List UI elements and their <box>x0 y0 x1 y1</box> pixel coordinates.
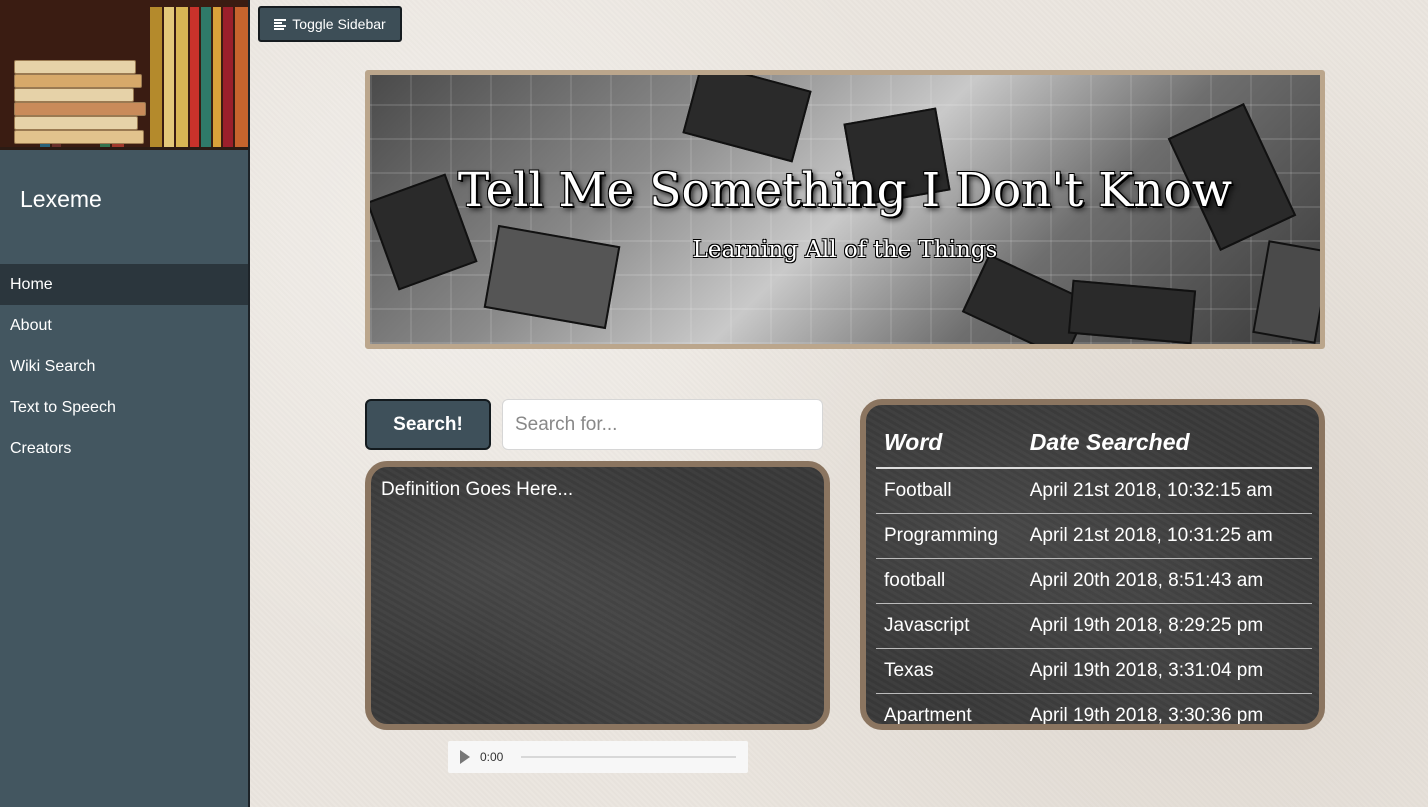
hero-subtitle: Learning All of the Things <box>692 237 998 263</box>
toggle-sidebar-label: Toggle Sidebar <box>292 16 386 32</box>
hero-banner: Tell Me Something I Don't Know Learning … <box>365 70 1325 349</box>
definition-panel: Definition Goes Here... <box>365 461 830 730</box>
word-cell: Javascript <box>876 603 1022 649</box>
sidebar-header-image <box>0 0 248 150</box>
sidebar-item-wiki-search[interactable]: Wiki Search <box>0 346 248 387</box>
search-history-table: Word Date Searched Football April 21st 2… <box>876 417 1312 724</box>
date-cell: April 19th 2018, 8:29:25 pm <box>1021 603 1312 649</box>
sidebar-nav: Home About Wiki Search Text to Speech Cr… <box>0 264 248 469</box>
toggle-sidebar-button[interactable]: Toggle Sidebar <box>258 6 402 42</box>
table-row[interactable]: football April 20th 2018, 8:51:43 am <box>876 558 1312 604</box>
date-cell: April 20th 2018, 8:51:43 am <box>1021 558 1312 604</box>
sidebar-item-about[interactable]: About <box>0 305 248 346</box>
table-row[interactable]: Javascript April 19th 2018, 8:29:25 pm <box>876 603 1312 649</box>
date-cell: April 21st 2018, 10:31:25 am <box>1021 513 1312 559</box>
definition-text: Definition Goes Here... <box>381 479 574 500</box>
sidebar: Lexeme Home About Wiki Search Text to Sp… <box>0 0 250 807</box>
table-row[interactable]: Apartment April 19th 2018, 3:30:36 pm <box>876 693 1312 724</box>
date-cell: April 21st 2018, 10:32:15 am <box>1029 480 1273 501</box>
sidebar-item-text-to-speech[interactable]: Text to Speech <box>0 387 248 428</box>
sidebar-item-home[interactable]: Home <box>0 264 248 305</box>
date-cell: April 19th 2018, 3:31:04 pm <box>1021 648 1312 694</box>
table-row[interactable]: Football April 21st 2018, 10:32:15 am <box>876 468 1312 514</box>
search-history-panel: Word Date Searched Football April 21st 2… <box>860 399 1325 730</box>
sidebar-item-creators[interactable]: Creators <box>0 428 248 469</box>
search-input[interactable] <box>502 399 823 450</box>
audio-player[interactable]: 0:00 <box>448 741 748 773</box>
word-cell: football <box>876 558 1022 604</box>
date-cell: April 19th 2018, 3:30:36 pm <box>1021 693 1312 724</box>
menu-icon <box>274 18 287 30</box>
brand-name[interactable]: Lexeme <box>20 186 102 213</box>
word-cell: Programming <box>876 513 1022 559</box>
table-row[interactable]: Texas April 19th 2018, 3:31:04 pm <box>876 648 1312 694</box>
word-cell: Texas <box>876 648 1022 694</box>
word-cell: Football <box>884 480 952 501</box>
column-header-date: Date Searched <box>1021 417 1312 469</box>
word-cell: Apartment <box>876 693 1022 724</box>
hero-title: Tell Me Something I Don't Know <box>457 163 1233 218</box>
play-icon[interactable] <box>460 750 470 764</box>
audio-progress-bar[interactable] <box>521 756 736 758</box>
audio-time: 0:00 <box>480 750 504 764</box>
search-button[interactable]: Search! <box>365 399 491 450</box>
column-header-word: Word <box>876 417 1022 469</box>
table-row[interactable]: Programming April 21st 2018, 10:31:25 am <box>876 513 1312 559</box>
